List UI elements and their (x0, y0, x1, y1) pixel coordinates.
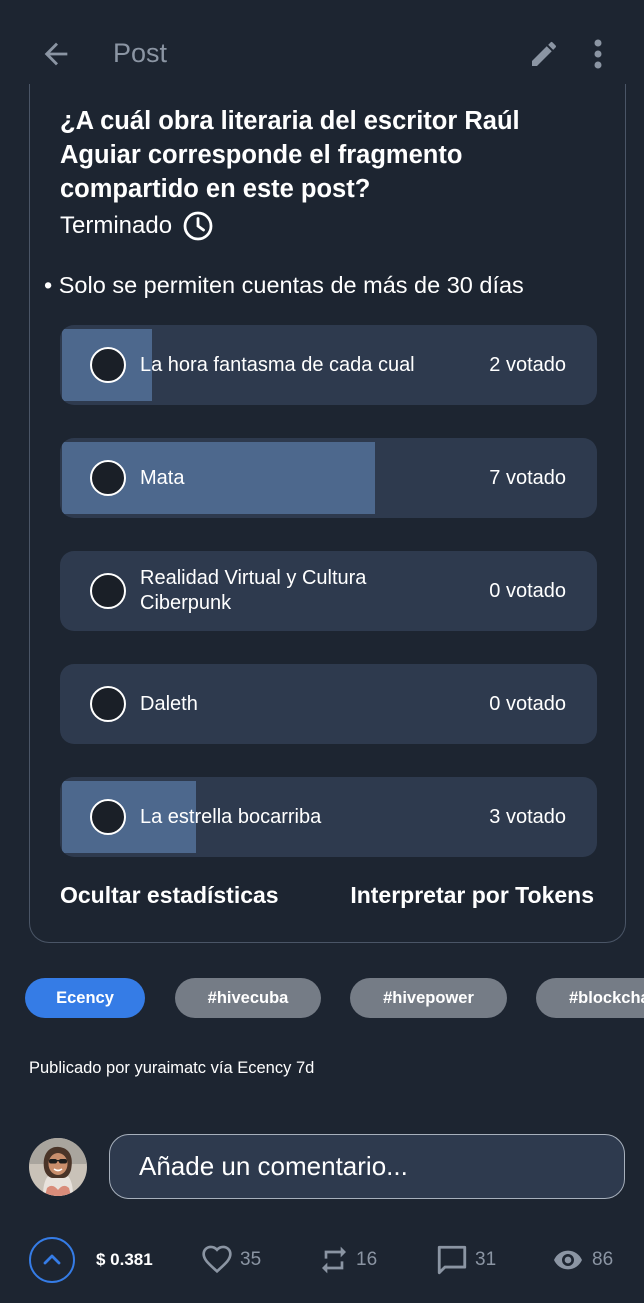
views-stat[interactable]: 86 (550, 1240, 613, 1280)
eye-icon (554, 1250, 582, 1270)
poll-status-label: Terminado (60, 212, 173, 239)
choice-votes: 0 votado (489, 692, 566, 715)
published-prefix: Publicado por (29, 1059, 130, 1077)
published-age: 7d (295, 1059, 315, 1077)
poll-choice[interactable]: La estrella bocarriba 3 votado (60, 777, 597, 857)
tag-chip[interactable]: #blockchain (536, 978, 644, 1018)
choice-votes: 0 votado (489, 579, 566, 602)
interpret-tokens-button[interactable]: Interpretar por Tokens (350, 882, 594, 909)
choice-votes: 3 votado (489, 805, 566, 828)
choice-votes: 2 votado (489, 353, 566, 376)
radio-button[interactable] (90, 573, 126, 609)
reblog-count: 16 (356, 1249, 378, 1270)
choice-label: Mata (140, 466, 185, 489)
chevron-up-icon (43, 1254, 61, 1265)
clock-icon (183, 211, 213, 241)
tag-list: Ecency #hivecuba #hivepower #blockchain (25, 978, 644, 1018)
likes-count: 35 (240, 1249, 262, 1270)
reblog-stat[interactable]: 16 (318, 1240, 377, 1280)
comment-icon (437, 1245, 467, 1275)
post-action-bar: $ 0.381 35 16 31 86 (0, 1228, 644, 1294)
choice-label: Daleth (140, 692, 198, 715)
tag-chip[interactable]: #hivecuba (175, 978, 321, 1018)
poll-status: Terminado (60, 210, 214, 242)
poll-choice[interactable]: La hora fantasma de cada cual 2 votado (60, 325, 597, 405)
radio-button[interactable] (90, 347, 126, 383)
pencil-icon (532, 41, 557, 66)
poll-card: ¿A cuál obra literaria del escritor Raúl… (29, 84, 626, 943)
radio-button[interactable] (90, 799, 126, 835)
poll-choice[interactable]: Daleth 0 votado (60, 664, 597, 744)
choice-label: La hora fantasma de cada cual (140, 353, 415, 376)
tag-chip[interactable]: Ecency (25, 978, 145, 1018)
more-options-button[interactable] (580, 34, 616, 74)
comment-input[interactable]: Añade un comentario... (109, 1134, 625, 1199)
choice-votes: 7 votado (489, 466, 566, 489)
author-link[interactable]: yuraimatc (135, 1059, 207, 1077)
payout-value[interactable]: $ 0.381 (96, 1250, 153, 1270)
back-button[interactable] (36, 34, 76, 74)
repeat-icon (322, 1246, 346, 1274)
published-via: vía Ecency (210, 1059, 292, 1077)
choice-label: La estrella bocarriba (140, 805, 322, 828)
radio-button[interactable] (90, 686, 126, 722)
edit-button[interactable] (524, 34, 564, 74)
poll-question: ¿A cuál obra literaria del escritor Raúl… (60, 107, 520, 203)
avatar[interactable] (29, 1138, 87, 1196)
poll-rule: • Solo se permiten cuentas de más de 30 … (44, 272, 524, 298)
comments-stat[interactable]: 31 (435, 1240, 496, 1280)
comments-count: 31 (475, 1249, 497, 1270)
radio-button[interactable] (90, 460, 126, 496)
page-title: Post (113, 38, 168, 68)
hide-stats-button[interactable]: Ocultar estadísticas (60, 882, 279, 909)
views-count: 86 (592, 1249, 614, 1270)
heart-icon (202, 1245, 232, 1274)
poll-choice[interactable]: Mata 7 votado (60, 438, 597, 518)
more-vertical-icon (594, 39, 602, 69)
arrow-left-icon (44, 42, 68, 66)
choice-label: Realidad Virtual y Cultura Ciberpunk (140, 567, 367, 614)
likes-stat[interactable]: 35 (200, 1240, 261, 1280)
upvote-button[interactable] (29, 1237, 75, 1283)
tag-chip[interactable]: #hivepower (350, 978, 507, 1018)
avatar-image (29, 1138, 87, 1196)
poll-choice[interactable]: Realidad Virtual y Cultura Ciberpunk 0 v… (60, 551, 597, 631)
published-info: Publicado por yuraimatc vía Ecency 7d (29, 1059, 314, 1078)
